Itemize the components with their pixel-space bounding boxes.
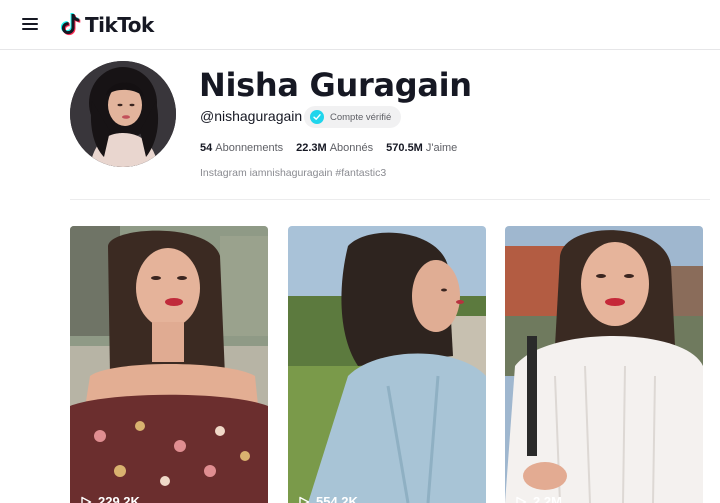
video-views: 554.2K bbox=[298, 494, 358, 503]
stat-likes: 570.5M J'aime bbox=[386, 142, 457, 154]
play-icon bbox=[516, 496, 527, 503]
stat-following[interactable]: 54 Abonnements bbox=[200, 142, 283, 154]
video-views: 229.2K bbox=[80, 494, 140, 503]
stat-following-value: 54 bbox=[200, 142, 213, 154]
stat-likes-label: J'aime bbox=[425, 142, 458, 154]
profile-stats: 54 Abonnements 22.3M Abonnés 570.5M J'aime bbox=[200, 142, 470, 154]
stat-followers-value: 22.3M bbox=[296, 142, 327, 154]
stat-followers[interactable]: 22.3M Abonnés bbox=[296, 142, 373, 154]
video-card[interactable]: 2.2M bbox=[505, 226, 703, 503]
video-card[interactable]: 229.2K bbox=[70, 226, 268, 503]
verified-label: Compte vérifié bbox=[330, 111, 392, 123]
play-icon bbox=[81, 496, 92, 503]
tiktok-logo-icon bbox=[60, 13, 81, 36]
avatar[interactable] bbox=[70, 61, 176, 167]
video-views-count: 554.2K bbox=[316, 494, 358, 503]
play-icon bbox=[299, 496, 310, 503]
video-views: 2.2M bbox=[515, 494, 562, 503]
menu-icon[interactable] bbox=[20, 14, 40, 34]
profile-handle: @nishaguragain bbox=[200, 108, 303, 124]
tiktok-logo[interactable]: TikTok bbox=[60, 11, 154, 39]
video-views-count: 229.2K bbox=[98, 494, 140, 503]
video-card[interactable]: 554.2K bbox=[288, 226, 486, 503]
stat-following-label: Abonnements bbox=[215, 142, 284, 154]
logo-text: TikTok bbox=[85, 13, 154, 37]
stat-followers-label: Abonnés bbox=[329, 142, 374, 154]
video-thumbnail bbox=[288, 226, 486, 503]
stat-likes-value: 570.5M bbox=[386, 142, 423, 154]
profile-bio: Instagram iamnishaguragain #fantastic3 bbox=[200, 167, 387, 179]
section-divider bbox=[70, 199, 710, 200]
profile-name: Nisha Guragain bbox=[199, 66, 472, 104]
video-views-count: 2.2M bbox=[533, 494, 562, 503]
verified-check-icon bbox=[310, 110, 324, 124]
video-thumbnail bbox=[505, 226, 703, 503]
avatar-image bbox=[70, 61, 176, 167]
video-thumbnail bbox=[70, 226, 268, 503]
verified-badge: Compte vérifié bbox=[304, 106, 402, 128]
top-navbar: TikTok bbox=[0, 0, 720, 50]
